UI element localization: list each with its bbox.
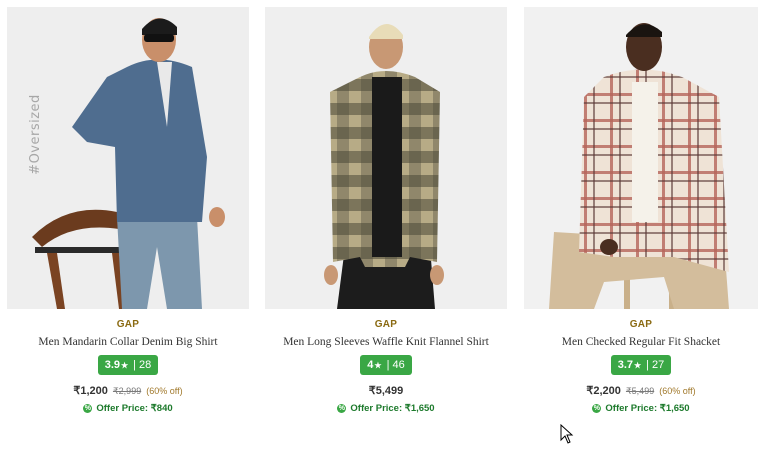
star-icon: ★ [121,360,129,370]
product-name[interactable]: Men Long Sleeves Waffle Knit Flannel Shi… [265,336,507,348]
product-name[interactable]: Men Mandarin Collar Denim Big Shirt [7,336,249,348]
rating-separator: | [133,359,137,371]
image-tag-oversized: #Oversized [27,94,43,175]
product-info: GAP Men Checked Regular Fit Shacket 3.7 … [524,319,758,414]
rating-separator: | [646,359,650,371]
product-info: GAP Men Mandarin Collar Denim Big Shirt … [7,319,249,414]
selling-price: ₹5,499 [368,385,404,397]
rating-value: 4 [367,359,374,371]
product-grid: #Oversized GAP Men Mandarin Collar Denim… [0,0,759,470]
product-image[interactable] [265,7,507,309]
offer-tag-icon: % [337,404,347,413]
offer-price-row: % Offer Price: ₹1,650 [265,403,507,414]
product-card[interactable]: #Oversized GAP Men Mandarin Collar Denim… [7,7,249,417]
product-card[interactable]: GAP Men Long Sleeves Waffle Knit Flannel… [265,7,507,417]
mouse-pointer-icon [560,424,574,444]
product-brand: GAP [116,319,140,330]
rating-badge: 3.7 ★ | 27 [610,355,672,375]
original-price: ₹2,999 [112,386,142,396]
offer-price: Offer Price: ₹1,650 [605,403,690,414]
product-card[interactable]: GAP Men Checked Regular Fit Shacket 3.7 … [524,7,758,417]
product-brand: GAP [374,319,398,330]
product-image[interactable] [524,7,758,309]
rating-separator: | [386,359,390,371]
rating-value: 3.7 [617,359,633,371]
product-info: GAP Men Long Sleeves Waffle Knit Flannel… [265,319,507,414]
offer-price: Offer Price: ₹1,650 [350,403,435,414]
offer-tag-icon: % [592,404,602,413]
price-row: ₹1,200 ₹2,999 (60% off) [7,384,249,397]
offer-price-row: % Offer Price: ₹1,650 [524,403,758,414]
price-row: ₹5,499 [265,384,507,397]
discount-label: (60% off) [659,386,696,396]
offer-price-row: % Offer Price: ₹840 [7,403,249,414]
star-icon: ★ [634,360,642,370]
selling-price: ₹2,200 [586,385,621,397]
product-brand: GAP [629,319,653,330]
offer-price: Offer Price: ₹840 [96,403,173,414]
rating-count: 27 [652,359,665,371]
rating-value: 3.9 [104,359,120,371]
original-price: ₹5,499 [625,386,655,396]
product-image[interactable]: #Oversized [7,7,249,309]
product-name[interactable]: Men Checked Regular Fit Shacket [524,336,758,348]
discount-label: (60% off) [146,386,183,396]
star-icon: ★ [374,360,382,370]
rating-count: 28 [139,359,152,371]
offer-tag-icon: % [83,404,93,413]
price-row: ₹2,200 ₹5,499 (60% off) [524,384,758,397]
rating-badge: 3.9 ★ | 28 [97,355,159,375]
rating-badge: 4 ★ | 46 [360,355,412,375]
rating-count: 46 [392,359,405,371]
selling-price: ₹1,200 [73,385,108,397]
